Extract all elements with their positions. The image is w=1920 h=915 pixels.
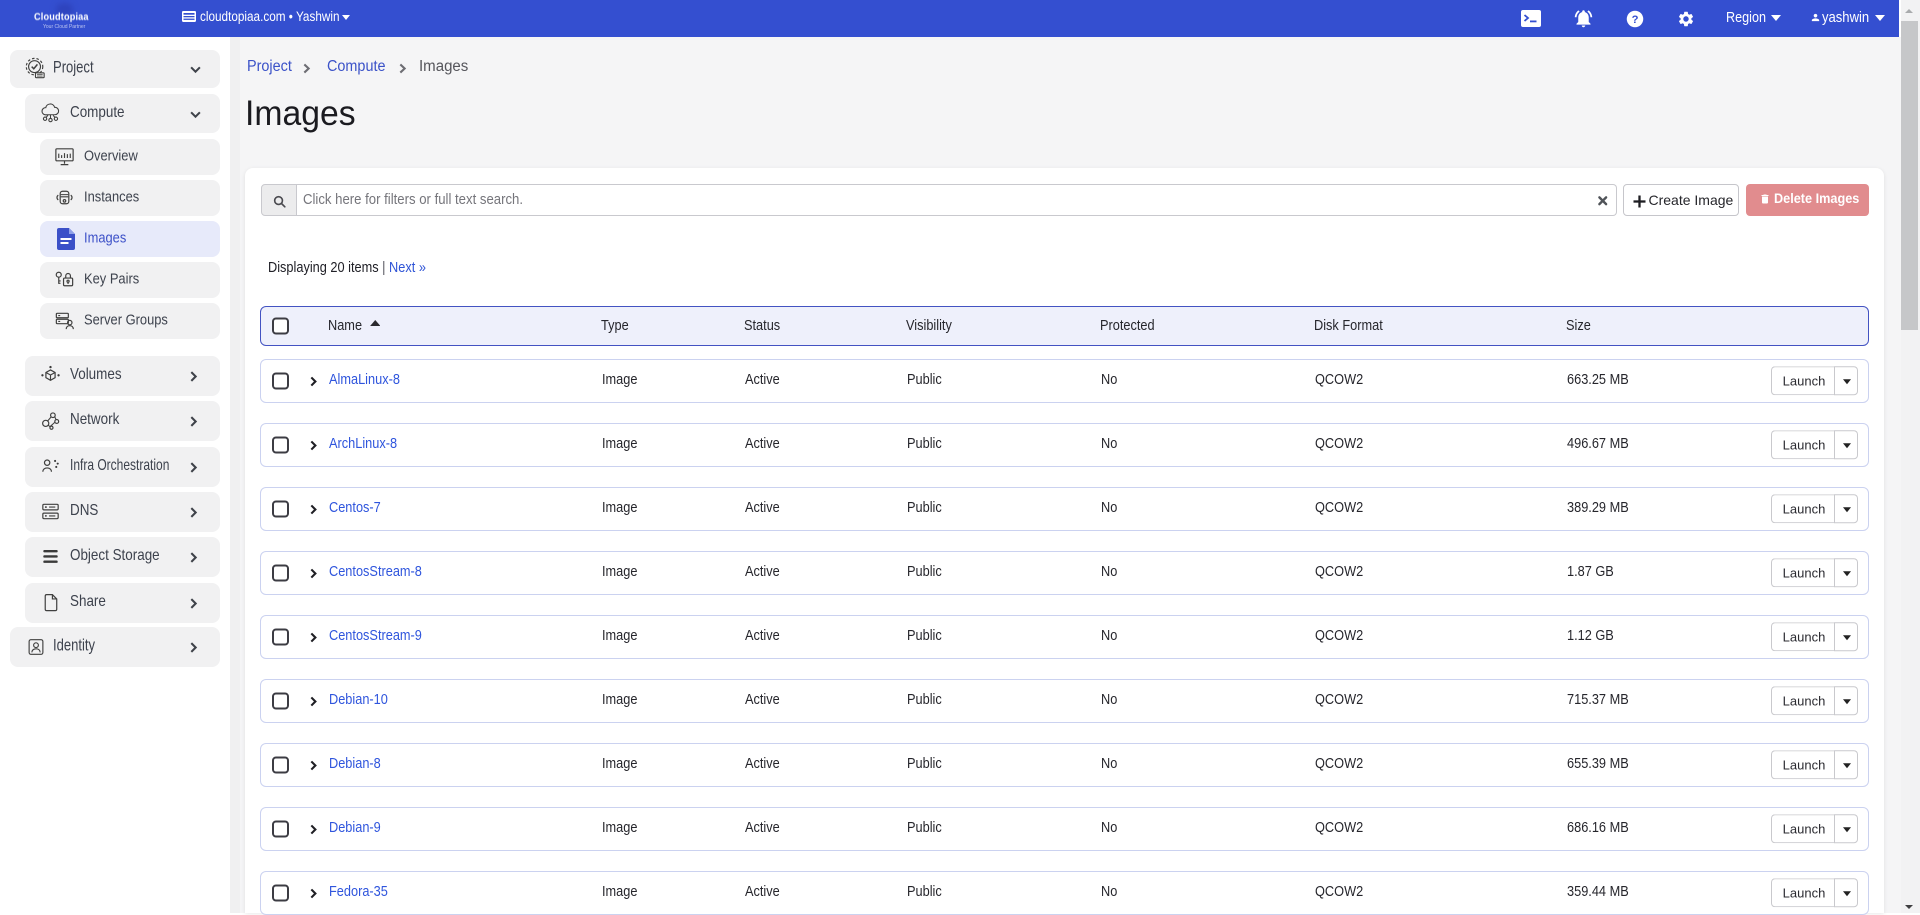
svg-text:?: ? [1632,14,1639,26]
